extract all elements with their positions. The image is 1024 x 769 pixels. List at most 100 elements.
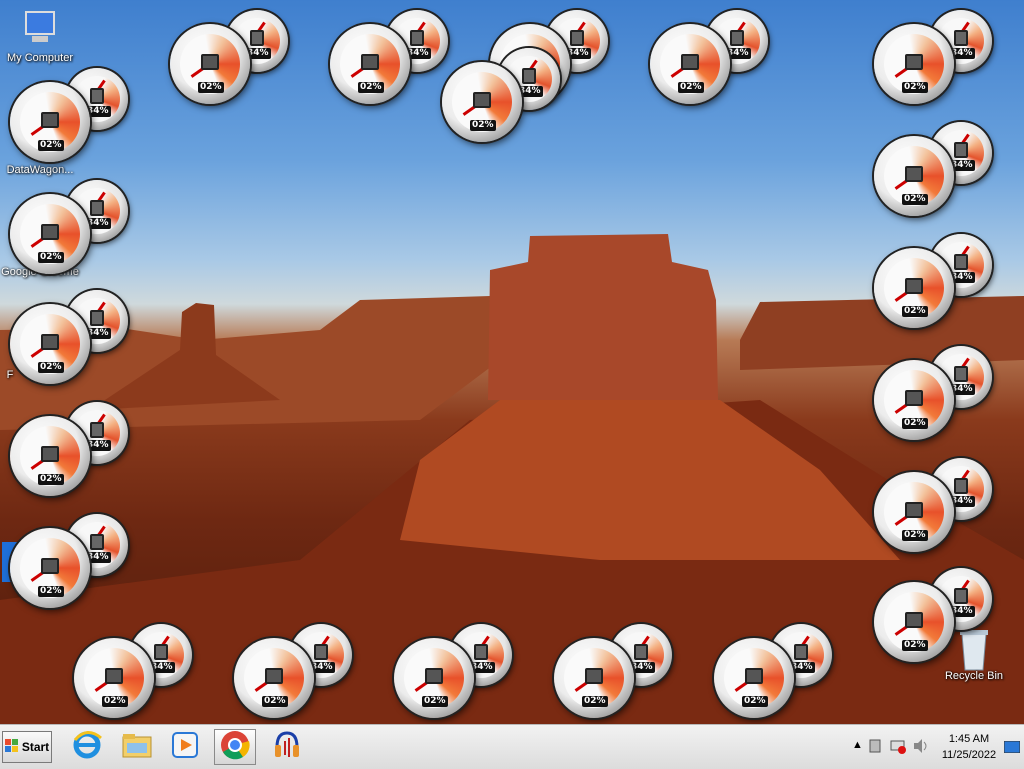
media-player-icon bbox=[170, 730, 200, 765]
taskbar: Start ▲ 1:45 AM 11/25/2022 bbox=[0, 724, 1024, 769]
cpu-chip-icon bbox=[473, 92, 491, 108]
cpu-chip-icon bbox=[905, 502, 923, 518]
cpu-meter-gadget[interactable]: 34%02% bbox=[10, 180, 134, 274]
cpu-percent: 02% bbox=[358, 82, 384, 93]
cpu-meter-gadget[interactable]: 34%02% bbox=[874, 568, 998, 662]
cpu-chip-icon bbox=[681, 54, 699, 70]
memory-chip-icon bbox=[522, 68, 536, 84]
cpu-percent: 02% bbox=[902, 306, 928, 317]
cpu-chip-icon bbox=[745, 668, 763, 684]
cpu-chip-icon bbox=[905, 166, 923, 182]
cpu-meter-gadget[interactable]: 34%02% bbox=[330, 10, 454, 104]
memory-chip-icon bbox=[154, 644, 168, 660]
cpu-chip-icon bbox=[905, 612, 923, 628]
cpu-meter-gadget[interactable]: 34%02% bbox=[394, 624, 518, 718]
cpu-percent: 02% bbox=[262, 696, 288, 707]
desktop[interactable]: My Computer DataWagon... Google Chrome F… bbox=[0, 0, 1024, 724]
taskbar-internet-explorer[interactable] bbox=[66, 729, 108, 765]
cpu-meter-gadget[interactable]: 34%02% bbox=[10, 68, 134, 162]
cpu-gauge: 02% bbox=[874, 582, 954, 662]
cpu-gauge: 02% bbox=[874, 136, 954, 216]
cpu-chip-icon bbox=[41, 112, 59, 128]
cpu-chip-icon bbox=[425, 668, 443, 684]
cpu-gauge: 02% bbox=[330, 24, 410, 104]
cpu-percent: 02% bbox=[38, 362, 64, 373]
show-hidden-icons-chevron-icon[interactable]: ▲ bbox=[852, 739, 863, 751]
cpu-meter-gadget[interactable]: 34%02% bbox=[554, 624, 678, 718]
memory-chip-icon bbox=[954, 30, 968, 46]
start-button[interactable]: Start bbox=[2, 731, 52, 763]
cpu-chip-icon bbox=[905, 54, 923, 70]
taskbar-google-chrome[interactable] bbox=[214, 729, 256, 765]
memory-chip-icon bbox=[730, 30, 744, 46]
cpu-meter-gadget[interactable]: 34%02% bbox=[10, 514, 134, 608]
cpu-chip-icon bbox=[905, 390, 923, 406]
cpu-meter-gadget[interactable]: 34%02% bbox=[874, 10, 998, 104]
memory-chip-icon bbox=[410, 30, 424, 46]
cpu-gauge: 02% bbox=[442, 62, 522, 142]
clock-time[interactable]: 1:45 AM bbox=[939, 733, 999, 745]
cpu-percent: 02% bbox=[38, 140, 64, 151]
cpu-percent: 02% bbox=[742, 696, 768, 707]
cpu-chip-icon bbox=[361, 54, 379, 70]
desktop-icon-label: My Computer bbox=[6, 52, 74, 64]
cpu-meter-gadget[interactable]: 34%02% bbox=[74, 624, 198, 718]
cpu-meter-gadget[interactable]: 34%02% bbox=[10, 402, 134, 496]
cpu-gauge: 02% bbox=[650, 24, 730, 104]
windows-logo-icon bbox=[4, 738, 19, 756]
cpu-percent: 02% bbox=[902, 82, 928, 93]
cpu-meter-gadget[interactable]: 34%02% bbox=[874, 122, 998, 216]
cpu-gauge: 02% bbox=[74, 638, 154, 718]
memory-chip-icon bbox=[954, 366, 968, 382]
volume-icon[interactable] bbox=[912, 738, 930, 759]
show-desktop-icon[interactable] bbox=[1003, 740, 1021, 758]
memory-chip-icon bbox=[954, 588, 968, 604]
desktop-icon-label: DataWagon... bbox=[6, 164, 74, 176]
desktop-icon-label: Recycle Bin bbox=[944, 670, 1004, 682]
cpu-meter-gadget[interactable]: 34%02% bbox=[874, 458, 998, 552]
internet-explorer-icon bbox=[72, 730, 102, 765]
memory-chip-icon bbox=[90, 200, 104, 216]
network-icon[interactable] bbox=[890, 738, 906, 759]
cpu-percent: 02% bbox=[902, 640, 928, 651]
taskbar-windows-explorer[interactable] bbox=[116, 729, 158, 765]
taskbar-audacity[interactable] bbox=[266, 729, 308, 765]
cpu-percent: 02% bbox=[422, 696, 448, 707]
cpu-meter-gadget[interactable]: 34%02% bbox=[874, 346, 998, 440]
cpu-gauge: 02% bbox=[10, 304, 90, 384]
cpu-chip-icon bbox=[105, 668, 123, 684]
cpu-meter-gadget[interactable]: 34%02% bbox=[170, 10, 294, 104]
memory-chip-icon bbox=[90, 422, 104, 438]
cpu-meter-gadget[interactable]: 34%02% bbox=[234, 624, 358, 718]
cpu-chip-icon bbox=[41, 446, 59, 462]
system-tray: ▲ 1:45 AM 11/25/2022 bbox=[844, 725, 1024, 769]
cpu-meter-gadget[interactable]: 34%02% bbox=[442, 48, 566, 142]
cpu-chip-icon bbox=[41, 558, 59, 574]
memory-chip-icon bbox=[634, 644, 648, 660]
cpu-percent: 02% bbox=[678, 82, 704, 93]
cpu-meter-gadget[interactable]: 34%02% bbox=[714, 624, 838, 718]
cpu-gauge: 02% bbox=[874, 360, 954, 440]
cpu-chip-icon bbox=[905, 278, 923, 294]
cpu-percent: 02% bbox=[38, 586, 64, 597]
cpu-chip-icon bbox=[585, 668, 603, 684]
cpu-gauge: 02% bbox=[170, 24, 250, 104]
cpu-percent: 02% bbox=[902, 194, 928, 205]
desktop-icon-my-computer[interactable]: My Computer bbox=[0, 8, 80, 64]
cpu-meter-gadget[interactable]: 34%02% bbox=[10, 290, 134, 384]
memory-chip-icon bbox=[474, 644, 488, 660]
action-center-flag-icon[interactable] bbox=[868, 738, 884, 759]
memory-chip-icon bbox=[954, 478, 968, 494]
memory-chip-icon bbox=[954, 254, 968, 270]
taskbar-media-player[interactable] bbox=[164, 729, 206, 765]
audacity-icon bbox=[271, 729, 303, 766]
start-label: Start bbox=[21, 740, 50, 754]
cpu-percent: 02% bbox=[38, 474, 64, 485]
cpu-gauge: 02% bbox=[10, 528, 90, 608]
clock-date[interactable]: 11/25/2022 bbox=[934, 749, 1004, 761]
cpu-meter-gadget[interactable]: 34%02% bbox=[650, 10, 774, 104]
chrome-icon bbox=[219, 729, 251, 766]
cpu-gauge: 02% bbox=[234, 638, 314, 718]
cpu-chip-icon bbox=[265, 668, 283, 684]
cpu-meter-gadget[interactable]: 34%02% bbox=[874, 234, 998, 328]
